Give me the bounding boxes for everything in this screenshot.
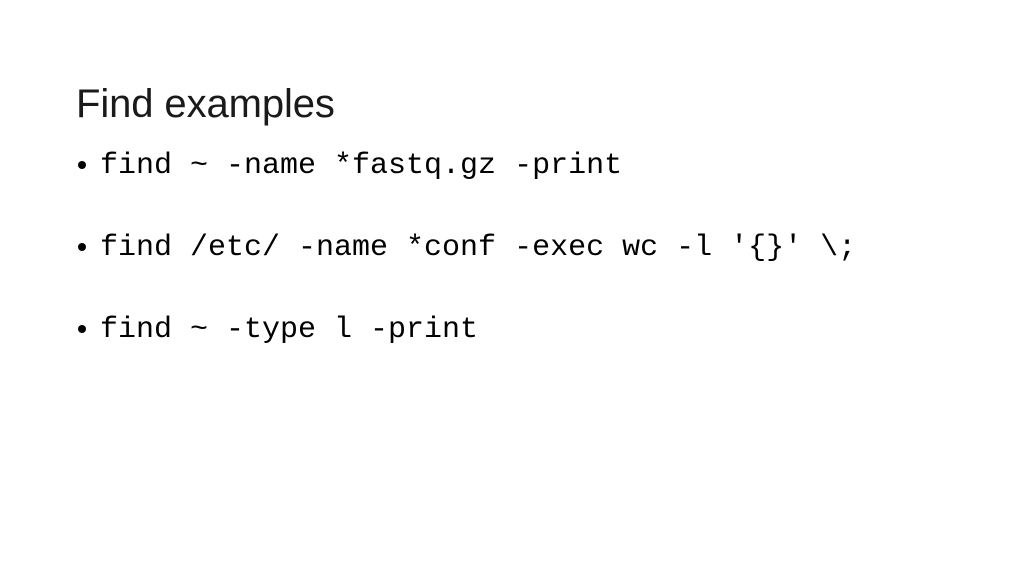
command-text: find ~ -type l -print xyxy=(100,313,479,347)
list-item: find /etc/ -name *conf -exec wc -l '{}' … xyxy=(76,230,976,266)
command-text: find /etc/ -name *conf -exec wc -l '{}' … xyxy=(100,231,857,265)
list-item: find ~ -name *fastq.gz -print xyxy=(76,148,976,184)
command-text: find ~ -name *fastq.gz -print xyxy=(100,149,623,183)
bullet-dot-icon xyxy=(78,243,86,251)
page-title: Find examples xyxy=(76,81,335,126)
bullet-dot-icon xyxy=(78,325,86,333)
list-item: find ~ -type l -print xyxy=(76,312,976,348)
bullet-dot-icon xyxy=(78,161,86,169)
bullet-list: find ~ -name *fastq.gz -print find /etc/… xyxy=(76,148,976,348)
slide: Find examples find ~ -name *fastq.gz -pr… xyxy=(0,0,1024,576)
